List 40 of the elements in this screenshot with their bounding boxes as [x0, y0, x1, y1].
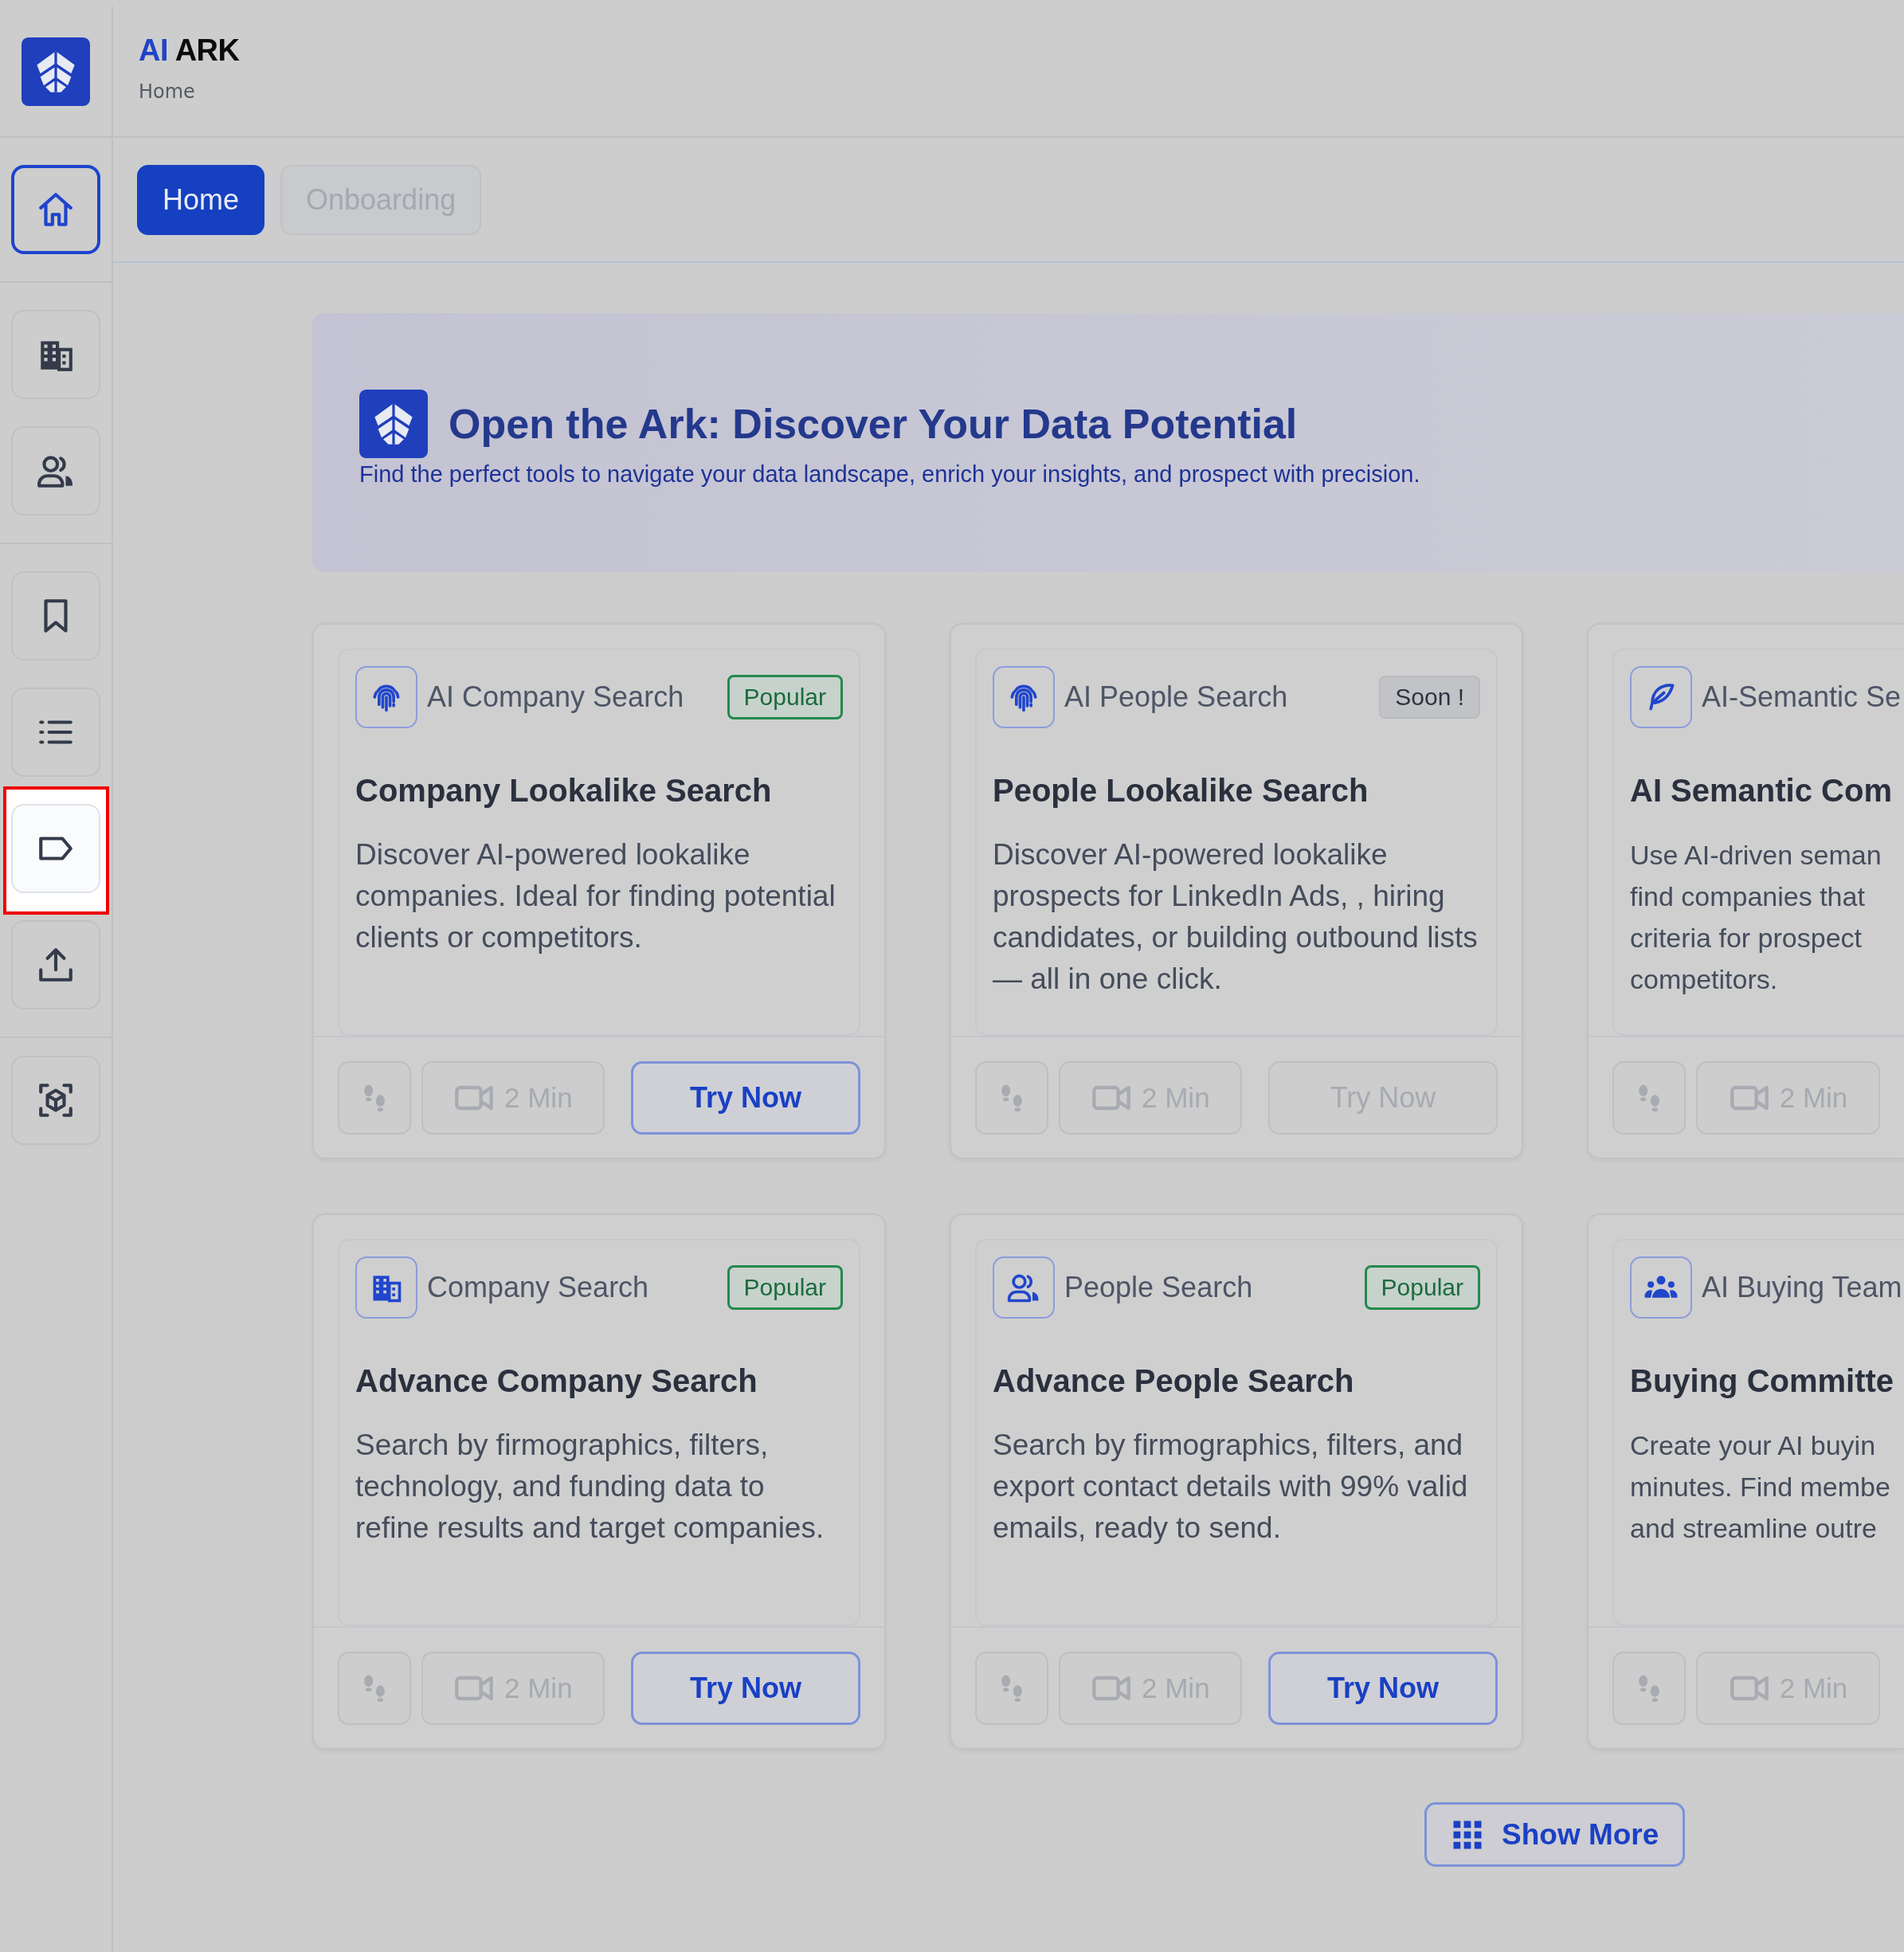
app-title: AI ARK	[139, 33, 241, 68]
sidebar-button[interactable]	[11, 688, 100, 777]
card-title: Advance Company Search	[355, 1363, 758, 1399]
sidebar-button[interactable]	[11, 426, 100, 515]
card-title: Company Lookalike Search	[355, 773, 773, 809]
sidebar-button[interactable]	[11, 1056, 100, 1145]
show-more-button[interactable]: Show More	[1424, 1802, 1686, 1867]
sidebar-button[interactable]	[11, 165, 100, 254]
category-label: AI Buying Team	[1702, 1271, 1902, 1304]
card-description: Use AI-driven seman find companies that criteria for prospect competitors.	[1630, 839, 1882, 996]
status-badge: Popular	[727, 1265, 843, 1310]
card-description: Discover AI-powered lookalike prospects for LinkedIn Ads, , hiring candidates, or building outbound lists — all in one click.	[993, 837, 1479, 997]
status-badge: Popular	[1364, 1265, 1480, 1310]
sidebar-button[interactable]	[11, 920, 100, 1009]
sidebar-button[interactable]	[11, 310, 100, 399]
card-title: AI Semantic Com	[1630, 773, 1893, 809]
card-description: Search by firmographics, filters, technology, and funding data to refine results and target companies.	[355, 1428, 825, 1546]
breadcrumb: Home	[139, 80, 196, 103]
card-description: Discover AI-powered lookalike companies. Ideal for finding potential clients or competitors.	[355, 837, 836, 955]
sidebar-button[interactable]	[11, 571, 100, 660]
category-label: AI People Search	[1064, 680, 1288, 714]
try-now-button[interactable]: Try Now	[630, 1060, 860, 1135]
logo-icon	[359, 390, 428, 458]
try-now-button[interactable]: Try Now	[1267, 1651, 1498, 1725]
tab[interactable]: Home	[137, 164, 265, 235]
banner-subtitle: Find the perfect tools to navigate your data landscape, enrich your insights, and prospect with precision.	[359, 461, 1421, 488]
card-title: Buying Committe	[1630, 1363, 1895, 1399]
category-label: Company Search	[427, 1271, 649, 1304]
logo-icon	[22, 37, 90, 106]
category-label: People Search	[1064, 1271, 1253, 1304]
category-label: AI-Semantic Se	[1702, 680, 1902, 714]
status-badge: Popular	[727, 675, 843, 719]
category-label: AI Company Search	[427, 680, 684, 714]
banner-title: Open the Ark: Discover Your Data Potential	[449, 400, 1298, 448]
card-description: Create your AI buyin minutes. Find membe and streamline outre	[1630, 1429, 1891, 1545]
card-description: Search by firmographics, filters, and export contact details with 99% valid emails, ready to send.	[993, 1428, 1469, 1546]
status-badge: Soon !	[1379, 676, 1480, 719]
try-now-button[interactable]: Try Now	[630, 1651, 860, 1725]
card-title: People Lookalike Search	[993, 773, 1369, 809]
card-title: Advance People Search	[993, 1363, 1355, 1399]
